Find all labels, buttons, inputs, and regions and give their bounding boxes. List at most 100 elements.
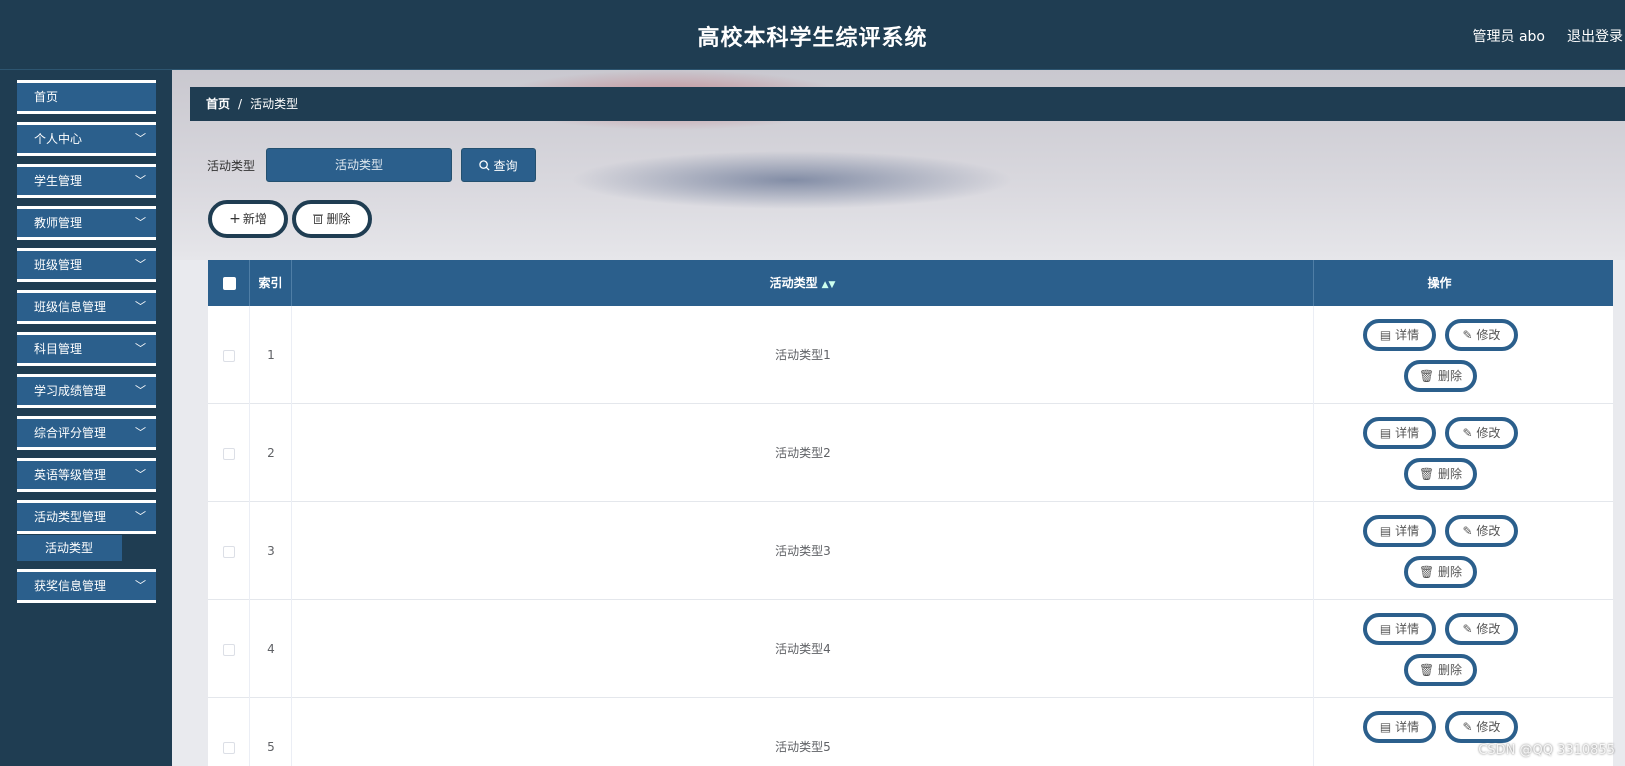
sidebar-item-score-management[interactable]: 综合评分管理 ﹀ xyxy=(17,416,156,450)
sidebar-subitem-activity-type[interactable]: 活动类型 xyxy=(17,535,122,561)
row-delete-button[interactable]: 🗑 删除 xyxy=(1404,654,1477,686)
row-index: 4 xyxy=(267,642,275,656)
detail-label: 详情 xyxy=(1395,720,1420,734)
edit-label: 修改 xyxy=(1476,720,1501,734)
batch-delete-button[interactable]: 删除 xyxy=(292,200,372,238)
plus-icon: + xyxy=(229,211,241,227)
sidebar-item-label: 首页 xyxy=(34,90,59,104)
trash-icon: 🗑 xyxy=(1418,467,1439,481)
watermark: CSDN @QQ 3310855 xyxy=(1478,743,1615,758)
detail-label: 详情 xyxy=(1395,328,1420,342)
sidebar-item-activity-type-management[interactable]: 活动类型管理 ﹀ xyxy=(17,500,156,534)
sidebar-item-award-info-management[interactable]: 获奖信息管理 ﹀ xyxy=(17,569,156,603)
sidebar-item-english-level-management[interactable]: 英语等级管理 ﹀ xyxy=(17,458,156,492)
row-index: 3 xyxy=(267,544,275,558)
row-delete-button[interactable]: 🗑 删除 xyxy=(1404,458,1477,490)
edit-button[interactable]: ✎ 修改 xyxy=(1445,319,1518,351)
search-button[interactable]: 查询 xyxy=(461,148,536,182)
header-operations: 操作 xyxy=(1427,276,1452,290)
row-checkbox[interactable] xyxy=(223,644,235,656)
row-activity-type: 活动类型2 xyxy=(775,446,831,460)
row-checkbox[interactable] xyxy=(223,350,235,362)
breadcrumb-current: 活动类型 xyxy=(250,97,299,111)
sidebar-item-class-management[interactable]: 班级管理 ﹀ xyxy=(17,248,156,282)
edit-button[interactable]: ✎ 修改 xyxy=(1445,515,1518,547)
detail-button[interactable]: ▤ 详情 xyxy=(1363,711,1436,743)
edit-button[interactable]: ✎ 修改 xyxy=(1445,613,1518,645)
table-row: 1 活动类型1 ▤ 详情 ✎ 修改 🗑 删除 xyxy=(208,306,1613,404)
sidebar-item-teacher-management[interactable]: 教师管理 ﹀ xyxy=(17,206,156,240)
trash-icon xyxy=(313,214,324,224)
detail-button[interactable]: ▤ 详情 xyxy=(1363,515,1436,547)
row-delete-button[interactable]: 🗑 删除 xyxy=(1404,556,1477,588)
sidebar-item-label: 班级管理 xyxy=(34,258,83,272)
detail-button[interactable]: ▤ 详情 xyxy=(1363,319,1436,351)
row-checkbox[interactable] xyxy=(223,546,235,558)
cell-checkbox xyxy=(208,306,250,404)
detail-button[interactable]: ▤ 详情 xyxy=(1363,417,1436,449)
sidebar-item-label: 英语等级管理 xyxy=(34,468,107,482)
delete-button-label: 删除 xyxy=(326,212,351,226)
sidebar-item-label: 班级信息管理 xyxy=(34,300,107,314)
chevron-down-icon: ﹀ xyxy=(135,174,146,187)
sidebar-item-home[interactable]: 首页 xyxy=(17,80,156,114)
filter-label: 活动类型 xyxy=(207,159,256,173)
pencil-icon: ✎ xyxy=(1462,524,1477,538)
delete-label: 删除 xyxy=(1438,565,1463,579)
main-content: 首页 / 活动类型 活动类型 活动类型 查询 + 新增 删除 索引 活动类型 ▲▼ 操作… xyxy=(172,70,1625,766)
row-checkbox[interactable] xyxy=(223,742,235,754)
document-icon: ▤ xyxy=(1379,720,1396,734)
edit-label: 修改 xyxy=(1476,622,1501,636)
sidebar-item-label: 学习成绩管理 xyxy=(34,384,107,398)
select-all-checkbox[interactable] xyxy=(223,277,236,290)
trash-icon: 🗑 xyxy=(1418,565,1439,579)
sidebar-item-subject-management[interactable]: 科目管理 ﹀ xyxy=(17,332,156,366)
chevron-down-icon: ﹀ xyxy=(135,468,146,481)
current-user: 管理员 abo xyxy=(1472,29,1545,45)
detail-button[interactable]: ▤ 详情 xyxy=(1363,613,1436,645)
edit-button[interactable]: ✎ 修改 xyxy=(1445,711,1518,743)
add-button-label: 新增 xyxy=(242,212,267,226)
sidebar-item-personal-center[interactable]: 个人中心 ﹀ xyxy=(17,122,156,156)
table-row: 5 活动类型5 ▤ 详情 ✎ 修改 xyxy=(208,698,1613,766)
sidebar-item-label: 个人中心 xyxy=(34,132,83,146)
logout-link[interactable]: 退出登录 xyxy=(1567,26,1623,46)
row-index: 2 xyxy=(267,446,275,460)
row-delete-button[interactable]: 🗑 删除 xyxy=(1404,360,1477,392)
activity-type-search-input[interactable]: 活动类型 xyxy=(266,148,452,182)
sidebar-item-student-management[interactable]: 学生管理 ﹀ xyxy=(17,164,156,198)
cell-checkbox xyxy=(208,502,250,600)
table-row: 4 活动类型4 ▤ 详情 ✎ 修改 🗑 删除 xyxy=(208,600,1613,698)
row-activity-type: 活动类型4 xyxy=(775,642,831,656)
chevron-down-icon: ﹀ xyxy=(135,342,146,355)
pencil-icon: ✎ xyxy=(1462,328,1477,342)
chevron-down-icon: ﹀ xyxy=(135,216,146,229)
sidebar-item-label: 科目管理 xyxy=(34,342,83,356)
row-checkbox[interactable] xyxy=(223,448,235,460)
sidebar-item-label: 活动类型管理 xyxy=(34,510,107,524)
header-activity-type[interactable]: 活动类型 ▲▼ xyxy=(292,260,1314,306)
cell-checkbox xyxy=(208,600,250,698)
detail-label: 详情 xyxy=(1395,524,1420,538)
search-icon xyxy=(479,160,491,171)
breadcrumb-home[interactable]: 首页 xyxy=(206,97,230,111)
cell-checkbox xyxy=(208,698,250,766)
table-header: 索引 活动类型 ▲▼ 操作 xyxy=(208,260,1613,306)
trash-icon: 🗑 xyxy=(1418,663,1439,677)
document-icon: ▤ xyxy=(1379,426,1396,440)
sort-icon[interactable]: ▲▼ xyxy=(822,280,836,290)
detail-label: 详情 xyxy=(1395,426,1420,440)
chevron-up-icon: ﹀ xyxy=(135,510,146,523)
sidebar-item-class-info-management[interactable]: 班级信息管理 ﹀ xyxy=(17,290,156,324)
edit-button[interactable]: ✎ 修改 xyxy=(1445,417,1518,449)
sidebar-item-label: 教师管理 xyxy=(34,216,83,230)
delete-label: 删除 xyxy=(1438,467,1463,481)
add-button[interactable]: + 新增 xyxy=(208,200,288,238)
sidebar-item-grade-management[interactable]: 学习成绩管理 ﹀ xyxy=(17,374,156,408)
table-row: 2 活动类型2 ▤ 详情 ✎ 修改 🗑 删除 xyxy=(208,404,1613,502)
chevron-down-icon: ﹀ xyxy=(135,300,146,313)
table-row: 3 活动类型3 ▤ 详情 ✎ 修改 🗑 删除 xyxy=(208,502,1613,600)
document-icon: ▤ xyxy=(1379,622,1396,636)
edit-label: 修改 xyxy=(1476,328,1501,342)
edit-label: 修改 xyxy=(1476,426,1501,440)
